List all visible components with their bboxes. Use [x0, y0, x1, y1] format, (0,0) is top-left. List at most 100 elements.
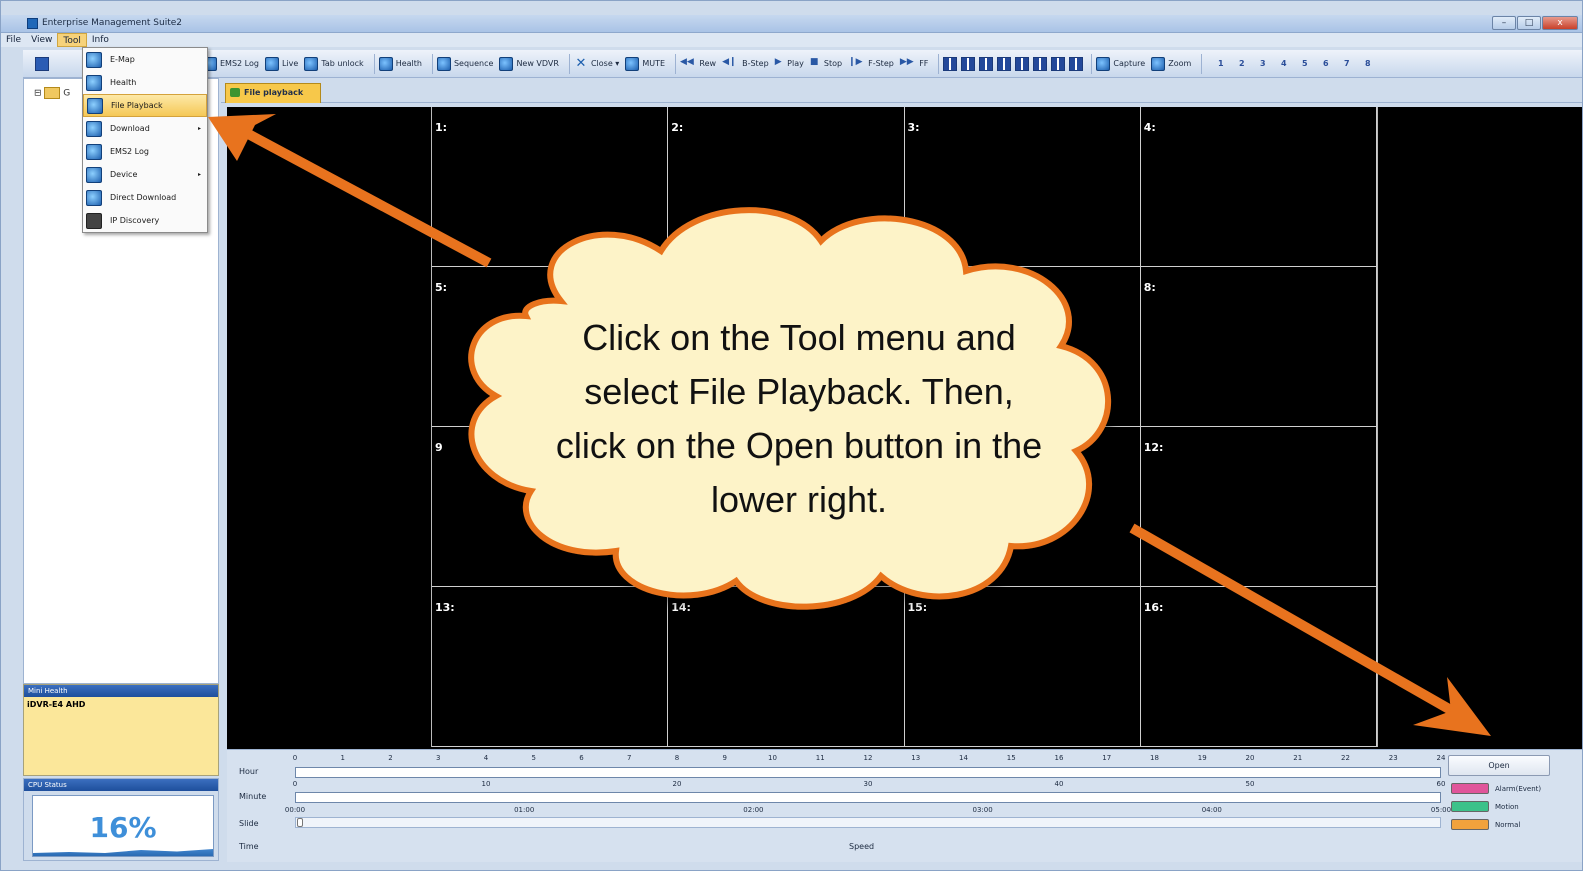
tick-label: 18: [1150, 754, 1159, 762]
tick-label: 05:00: [1430, 806, 1452, 814]
layout-13-icon[interactable]: [1051, 56, 1066, 71]
channel-2-button[interactable]: 2: [1237, 59, 1246, 68]
health-button[interactable]: Health: [378, 56, 422, 71]
app-icon: [27, 18, 38, 29]
menu-item-ems2-log[interactable]: EMS2 Log: [83, 140, 207, 163]
play-button[interactable]: ▶ Play: [775, 57, 804, 71]
step-forward-icon: ❙▶: [848, 56, 863, 67]
device-icon: [86, 166, 102, 183]
channel-5-button[interactable]: 5: [1300, 59, 1309, 68]
video-cell[interactable]: 16:: [1140, 587, 1377, 747]
layout-1-icon[interactable]: [943, 56, 958, 71]
layout-4-icon[interactable]: [961, 56, 976, 71]
mini-health-panel: Mini Health iDVR-E4 AHD: [23, 684, 219, 776]
channel-3-button[interactable]: 3: [1258, 59, 1267, 68]
sequence-button[interactable]: Sequence: [436, 56, 494, 71]
tick-label: 5: [531, 754, 536, 762]
tick-label: 4: [483, 754, 489, 762]
sequence-label: Sequence: [453, 59, 494, 68]
tick-label: 17: [1102, 754, 1112, 762]
layout-10-icon[interactable]: [1033, 56, 1048, 71]
maximize-button[interactable]: □: [1517, 16, 1541, 30]
stop-button[interactable]: ■ Stop: [810, 57, 842, 71]
minimize-button[interactable]: –: [1492, 16, 1516, 30]
tick-label: 10: [481, 780, 491, 788]
close-window-button[interactable]: x: [1542, 16, 1578, 30]
video-cell[interactable]: 1:: [432, 107, 669, 267]
zoom-button[interactable]: Zoom: [1151, 56, 1191, 71]
minute-track[interactable]: [295, 792, 1441, 803]
health-icon: [86, 74, 102, 91]
slide-slider[interactable]: [295, 817, 1441, 828]
menu-item-device[interactable]: Device ▸: [83, 163, 207, 186]
legend-motion: Motion: [1451, 801, 1519, 812]
layout-8-icon[interactable]: [997, 56, 1012, 71]
capture-button[interactable]: Capture: [1096, 56, 1145, 71]
sequence-icon: [436, 56, 451, 71]
layout-6-icon[interactable]: [979, 56, 994, 71]
tick-label: 15: [1006, 754, 1016, 762]
open-button[interactable]: Open: [1448, 755, 1550, 776]
menu-item-download[interactable]: Download ▸: [83, 117, 207, 140]
live-button[interactable]: Live: [264, 56, 298, 71]
menu-info[interactable]: Info: [87, 33, 114, 47]
channel-1-button[interactable]: 1: [1216, 59, 1225, 68]
menu-item-label: IP Discovery: [110, 216, 160, 225]
rew-button[interactable]: ◀◀ Rew: [680, 57, 716, 71]
layout-9-icon[interactable]: [1015, 56, 1030, 71]
close-button[interactable]: ✕ Close ▾: [574, 56, 620, 71]
video-cell[interactable]: 14:: [668, 587, 905, 747]
video-cell[interactable]: 8:: [1140, 267, 1377, 427]
mute-button[interactable]: MUTE: [625, 56, 666, 71]
mute-label: MUTE: [642, 59, 666, 68]
menu-item-label: EMS2 Log: [110, 147, 149, 156]
bstep-label: B-Step: [742, 59, 769, 68]
alarm-legend-label: Alarm(Event): [1495, 784, 1542, 793]
menu-item-label: Health: [110, 78, 137, 87]
menu-view[interactable]: View: [26, 33, 57, 47]
layout-16-icon[interactable]: [1069, 56, 1084, 71]
ff-button[interactable]: ▶▶ FF: [900, 57, 929, 71]
menu-file[interactable]: File: [1, 33, 26, 47]
menu-tool[interactable]: Tool: [57, 33, 87, 47]
tab-file-playback[interactable]: File playback: [225, 83, 321, 103]
channel-7-button[interactable]: 7: [1342, 59, 1351, 68]
tab-unlock-button[interactable]: Tab unlock: [304, 56, 364, 71]
channel-6-button[interactable]: 6: [1321, 59, 1330, 68]
camera-icon: [86, 212, 102, 229]
new-vdvr-button[interactable]: New VDVR: [499, 56, 559, 71]
legend-alarm: Alarm(Event): [1451, 783, 1541, 794]
window-controls: – □ x: [1492, 16, 1578, 30]
stop-icon: ■: [809, 56, 819, 67]
instruction-line: select File Playback. Then,: [584, 371, 1014, 412]
submenu-arrow-icon: ▸: [197, 125, 201, 132]
layout-grid-icon[interactable]: [35, 56, 49, 71]
fstep-button[interactable]: ❙▶ F-Step: [848, 57, 894, 71]
menu-item-direct-download[interactable]: Direct Download: [83, 186, 207, 209]
video-cell[interactable]: 3:: [904, 107, 1141, 267]
menu-item-label: E-Map: [110, 55, 135, 64]
speed-label: Speed: [849, 842, 875, 851]
application-window: Enterprise Management Suite2 – □ x File …: [0, 0, 1583, 871]
channel-4-button[interactable]: 4: [1279, 59, 1288, 68]
menu-item-health[interactable]: Health: [83, 71, 207, 94]
menu-item-file-playback[interactable]: File Playback: [83, 94, 207, 117]
menu-item-emap[interactable]: E-Map: [83, 48, 207, 71]
toolbar-separator: [568, 53, 570, 74]
video-cell[interactable]: 4:: [1140, 107, 1377, 267]
video-cell[interactable]: 15:: [904, 587, 1141, 747]
slider-handle[interactable]: [297, 818, 303, 827]
hour-track[interactable]: [295, 767, 1441, 778]
play-label: Play: [787, 59, 804, 68]
video-cell[interactable]: 13:: [432, 587, 669, 747]
tick-label: 7: [627, 754, 632, 762]
bstep-button[interactable]: ◀❙ B-Step: [722, 57, 769, 71]
video-cell[interactable]: 2:: [668, 107, 905, 267]
video-cell[interactable]: 12:: [1140, 427, 1377, 587]
tree-root-label[interactable]: G: [63, 89, 70, 99]
tree-expand-icon[interactable]: ⊟: [34, 89, 42, 99]
minute-ticks: 0 10 20 30 40 50 60: [293, 780, 1446, 790]
channel-8-button[interactable]: 8: [1363, 59, 1372, 68]
toolbar-hidden-button[interactable]: EMS2 Log: [203, 56, 259, 71]
menu-item-ip-discovery[interactable]: IP Discovery: [83, 209, 207, 232]
